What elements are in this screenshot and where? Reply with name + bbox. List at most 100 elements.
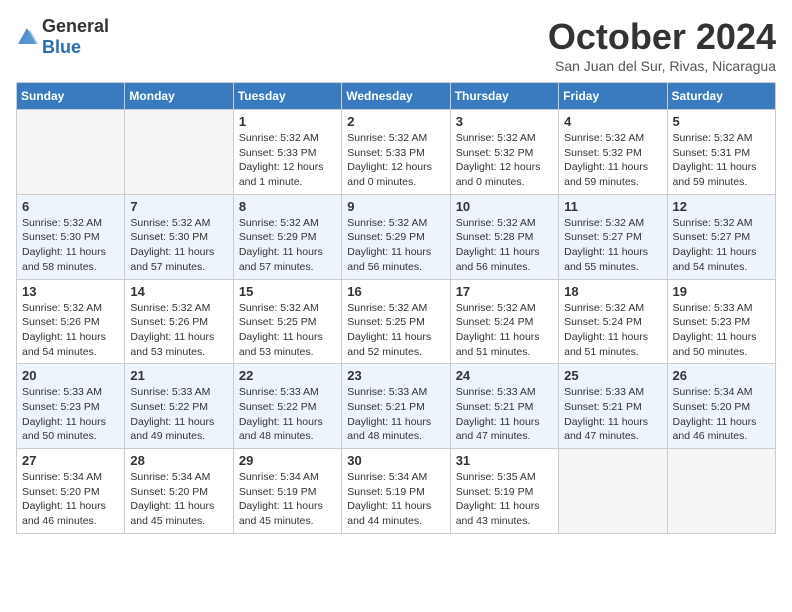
calendar-cell: 31Sunrise: 5:35 AM Sunset: 5:19 PM Dayli…	[450, 449, 558, 534]
weekday-header-saturday: Saturday	[667, 83, 775, 110]
calendar-cell: 6 Sunrise: 5:32 AM Sunset: 5:30 PM Daylig…	[17, 194, 125, 279]
calendar-cell: 20Sunrise: 5:33 AM Sunset: 5:23 PM Dayli…	[17, 364, 125, 449]
day-info: Sunrise: 5:33 AM Sunset: 5:22 PM Dayligh…	[239, 385, 336, 444]
day-info: Sunrise: 5:32 AM Sunset: 5:25 PM Dayligh…	[347, 301, 444, 360]
calendar-week-row: 13 Sunrise: 5:32 AM Sunset: 5:26 PM Dayli…	[17, 279, 776, 364]
day-info: Sunrise: 5:33 AM Sunset: 5:23 PM Dayligh…	[673, 301, 770, 360]
day-number: 30	[347, 453, 444, 468]
day-number: 31	[456, 453, 553, 468]
calendar-cell	[125, 110, 233, 195]
day-number: 1	[239, 114, 336, 129]
day-number: 28	[130, 453, 227, 468]
day-number: 19	[673, 284, 770, 299]
day-info: Sunrise: 5:32 AM Sunset: 5:26 PM Dayligh…	[22, 301, 119, 360]
location-subtitle: San Juan del Sur, Rivas, Nicaragua	[548, 58, 776, 74]
calendar-cell: 1Sunrise: 5:32 AM Sunset: 5:33 PM Daylig…	[233, 110, 341, 195]
day-number: 4	[564, 114, 661, 129]
calendar-cell: 18 Sunrise: 5:32 AM Sunset: 5:24 PM Dayli…	[559, 279, 667, 364]
day-info: Sunrise: 5:32 AM Sunset: 5:30 PM Dayligh…	[22, 216, 119, 275]
day-info: Sunrise: 5:32 AM Sunset: 5:25 PM Dayligh…	[239, 301, 336, 360]
day-number: 23	[347, 368, 444, 383]
calendar-cell: 17 Sunrise: 5:32 AM Sunset: 5:24 PM Dayli…	[450, 279, 558, 364]
calendar-cell: 12 Sunrise: 5:32 AM Sunset: 5:27 PM Dayli…	[667, 194, 775, 279]
day-info: Sunrise: 5:33 AM Sunset: 5:21 PM Dayligh…	[564, 385, 661, 444]
calendar-cell: 16 Sunrise: 5:32 AM Sunset: 5:25 PM Dayli…	[342, 279, 450, 364]
calendar-cell: 15Sunrise: 5:32 AM Sunset: 5:25 PM Dayli…	[233, 279, 341, 364]
calendar-cell: 8 Sunrise: 5:32 AM Sunset: 5:29 PM Daylig…	[233, 194, 341, 279]
day-info: Sunrise: 5:32 AM Sunset: 5:29 PM Dayligh…	[239, 216, 336, 275]
day-info: Sunrise: 5:32 AM Sunset: 5:29 PM Dayligh…	[347, 216, 444, 275]
day-number: 2	[347, 114, 444, 129]
day-info: Sunrise: 5:34 AM Sunset: 5:20 PM Dayligh…	[22, 470, 119, 529]
calendar-cell: 23Sunrise: 5:33 AM Sunset: 5:21 PM Dayli…	[342, 364, 450, 449]
day-info: Sunrise: 5:32 AM Sunset: 5:27 PM Dayligh…	[564, 216, 661, 275]
calendar-cell	[667, 449, 775, 534]
day-number: 21	[130, 368, 227, 383]
day-number: 5	[673, 114, 770, 129]
calendar-cell: 13 Sunrise: 5:32 AM Sunset: 5:26 PM Dayli…	[17, 279, 125, 364]
title-section: October 2024 San Juan del Sur, Rivas, Ni…	[548, 16, 776, 74]
calendar-cell: 27 Sunrise: 5:34 AM Sunset: 5:20 PM Dayli…	[17, 449, 125, 534]
day-number: 14	[130, 284, 227, 299]
calendar-cell: 3Sunrise: 5:32 AM Sunset: 5:32 PM Daylig…	[450, 110, 558, 195]
weekday-header-tuesday: Tuesday	[233, 83, 341, 110]
day-number: 22	[239, 368, 336, 383]
weekday-header-thursday: Thursday	[450, 83, 558, 110]
calendar-cell: 19 Sunrise: 5:33 AM Sunset: 5:23 PM Dayli…	[667, 279, 775, 364]
day-number: 9	[347, 199, 444, 214]
logo: General Blue	[16, 16, 109, 58]
calendar-cell: 11Sunrise: 5:32 AM Sunset: 5:27 PM Dayli…	[559, 194, 667, 279]
day-info: Sunrise: 5:34 AM Sunset: 5:19 PM Dayligh…	[347, 470, 444, 529]
day-number: 6	[22, 199, 119, 214]
day-info: Sunrise: 5:32 AM Sunset: 5:30 PM Dayligh…	[130, 216, 227, 275]
day-info: Sunrise: 5:32 AM Sunset: 5:27 PM Dayligh…	[673, 216, 770, 275]
day-info: Sunrise: 5:32 AM Sunset: 5:24 PM Dayligh…	[456, 301, 553, 360]
calendar-cell: 21Sunrise: 5:33 AM Sunset: 5:22 PM Dayli…	[125, 364, 233, 449]
day-number: 17	[456, 284, 553, 299]
page-header: General Blue October 2024 San Juan del S…	[16, 16, 776, 74]
calendar-cell: 24Sunrise: 5:33 AM Sunset: 5:21 PM Dayli…	[450, 364, 558, 449]
day-info: Sunrise: 5:34 AM Sunset: 5:19 PM Dayligh…	[239, 470, 336, 529]
calendar-cell: 28 Sunrise: 5:34 AM Sunset: 5:20 PM Dayli…	[125, 449, 233, 534]
day-number: 7	[130, 199, 227, 214]
logo-blue: Blue	[42, 37, 81, 57]
calendar-cell: 2 Sunrise: 5:32 AM Sunset: 5:33 PM Daylig…	[342, 110, 450, 195]
calendar-cell: 22 Sunrise: 5:33 AM Sunset: 5:22 PM Dayli…	[233, 364, 341, 449]
day-info: Sunrise: 5:32 AM Sunset: 5:28 PM Dayligh…	[456, 216, 553, 275]
day-number: 29	[239, 453, 336, 468]
calendar-cell: 9 Sunrise: 5:32 AM Sunset: 5:29 PM Daylig…	[342, 194, 450, 279]
month-title: October 2024	[548, 16, 776, 58]
weekday-header-wednesday: Wednesday	[342, 83, 450, 110]
calendar-cell: 30 Sunrise: 5:34 AM Sunset: 5:19 PM Dayli…	[342, 449, 450, 534]
day-info: Sunrise: 5:33 AM Sunset: 5:23 PM Dayligh…	[22, 385, 119, 444]
calendar-cell: 25Sunrise: 5:33 AM Sunset: 5:21 PM Dayli…	[559, 364, 667, 449]
day-number: 24	[456, 368, 553, 383]
day-number: 3	[456, 114, 553, 129]
weekday-header-row: SundayMondayTuesdayWednesdayThursdayFrid…	[17, 83, 776, 110]
calendar-cell: 4 Sunrise: 5:32 AM Sunset: 5:32 PM Daylig…	[559, 110, 667, 195]
day-info: Sunrise: 5:32 AM Sunset: 5:31 PM Dayligh…	[673, 131, 770, 190]
calendar-week-row: 6 Sunrise: 5:32 AM Sunset: 5:30 PM Daylig…	[17, 194, 776, 279]
logo-icon	[16, 26, 38, 48]
day-number: 26	[673, 368, 770, 383]
day-info: Sunrise: 5:32 AM Sunset: 5:24 PM Dayligh…	[564, 301, 661, 360]
weekday-header-monday: Monday	[125, 83, 233, 110]
day-number: 13	[22, 284, 119, 299]
calendar-week-row: 20Sunrise: 5:33 AM Sunset: 5:23 PM Dayli…	[17, 364, 776, 449]
day-number: 8	[239, 199, 336, 214]
day-number: 18	[564, 284, 661, 299]
logo-general: General	[42, 16, 109, 36]
calendar-cell: 29 Sunrise: 5:34 AM Sunset: 5:19 PM Dayli…	[233, 449, 341, 534]
calendar-cell	[559, 449, 667, 534]
calendar-cell: 14Sunrise: 5:32 AM Sunset: 5:26 PM Dayli…	[125, 279, 233, 364]
day-number: 12	[673, 199, 770, 214]
calendar-cell	[17, 110, 125, 195]
day-info: Sunrise: 5:34 AM Sunset: 5:20 PM Dayligh…	[130, 470, 227, 529]
weekday-header-friday: Friday	[559, 83, 667, 110]
calendar-week-row: 27 Sunrise: 5:34 AM Sunset: 5:20 PM Dayli…	[17, 449, 776, 534]
calendar-table: SundayMondayTuesdayWednesdayThursdayFrid…	[16, 82, 776, 534]
day-info: Sunrise: 5:32 AM Sunset: 5:32 PM Dayligh…	[564, 131, 661, 190]
day-number: 16	[347, 284, 444, 299]
day-number: 27	[22, 453, 119, 468]
day-info: Sunrise: 5:32 AM Sunset: 5:33 PM Dayligh…	[347, 131, 444, 190]
